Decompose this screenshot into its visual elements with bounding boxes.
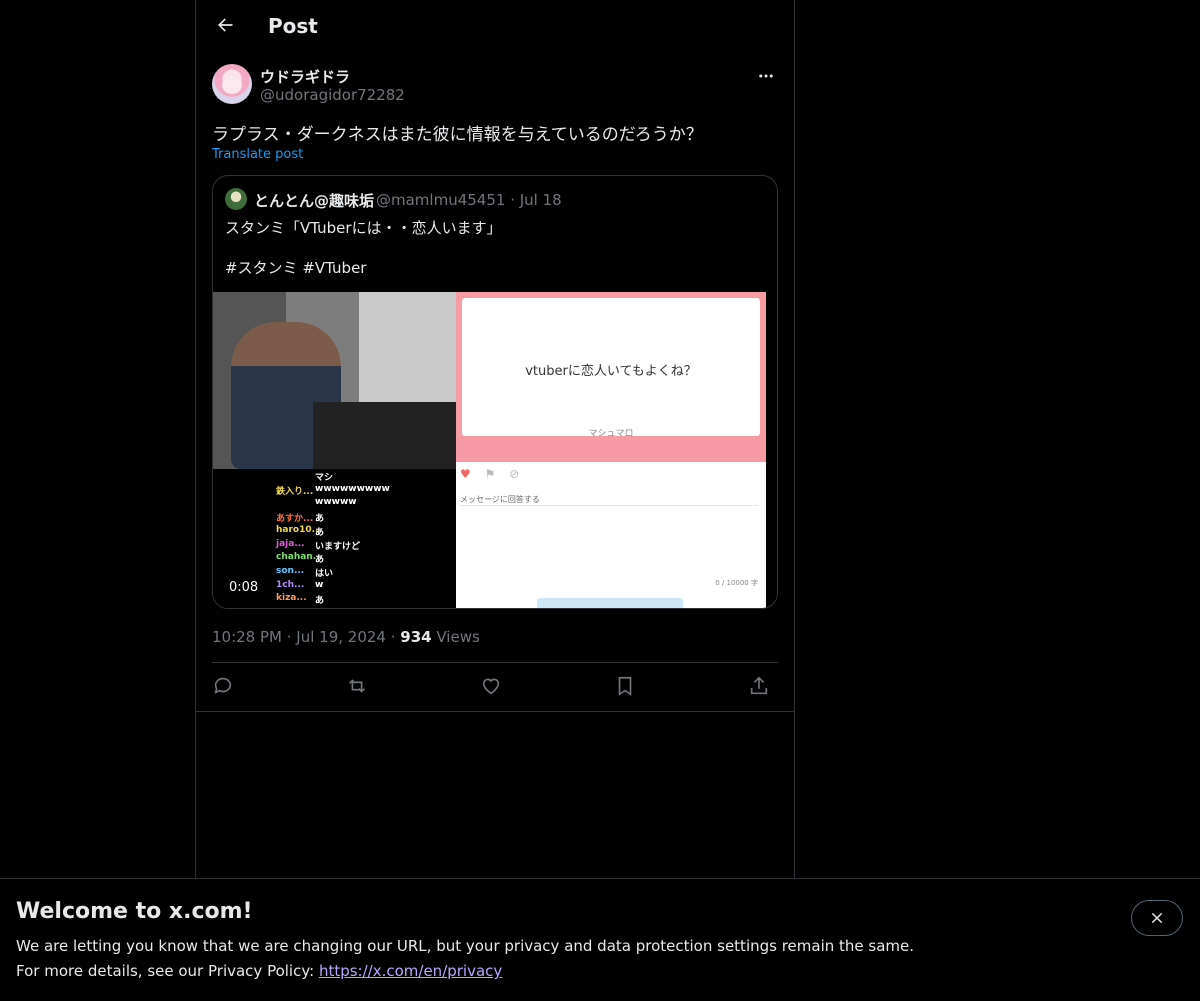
chat-message: 鉄入り... wwwwwwwww	[213, 484, 456, 497]
video-timestamp: 0:08	[229, 580, 259, 595]
desk-equipment	[313, 402, 456, 469]
marshmallow-submit	[537, 598, 683, 608]
reply-icon	[214, 677, 232, 694]
banner-title: Welcome to x.com!	[16, 899, 253, 924]
more-icon	[759, 74, 773, 78]
marshmallow-header: vtuberに恋人いてもよくね？ マシュマロ	[456, 292, 766, 462]
marshmallow-icons: ♥ ⚑ ⊘	[460, 467, 760, 485]
quoted-post[interactable]: とんとん@趣味垢 @mamlmu45451 · Jul 18 スタンミ「VTub…	[212, 175, 778, 609]
marshmallow-reply-box	[460, 505, 758, 586]
quoted-author-name: とんとん@趣味垢	[254, 192, 375, 210]
stream-frame	[213, 292, 456, 469]
chat-username: jaja...	[276, 538, 305, 549]
marshmallow-screen: vtuberに恋人いてもよくね？ マシュマロ ♥ ⚑ ⊘ メッセージに回答する …	[456, 292, 766, 608]
chat-message: wwwww	[213, 497, 456, 510]
chat-message: kiza... あ	[213, 593, 456, 606]
quoted-avatar	[225, 188, 247, 210]
chat-message: son... はい	[213, 566, 456, 579]
post-time[interactable]: 10:28 PM	[212, 628, 282, 646]
chat-text: はい	[315, 568, 334, 579]
chat-text: いますけど	[315, 541, 361, 552]
chat-message: あすか... あ	[213, 511, 456, 524]
chat-text: wwwww	[315, 497, 357, 508]
chat-username: 1ch...	[276, 579, 305, 590]
quoted-text-line1: スタンミ「VTuberには・・恋人います」	[225, 219, 502, 237]
chat-username: son...	[276, 565, 305, 576]
chat-username: 鉄入り...	[276, 486, 314, 497]
chat-message: jaja... いますけど	[213, 539, 456, 552]
bookmark-icon	[618, 676, 632, 696]
close-banner-button[interactable]	[1131, 900, 1183, 936]
welcome-banner: Welcome to x.com! We are letting you kno…	[0, 878, 1200, 1001]
chat-text: あ	[315, 555, 325, 566]
repost-button[interactable]	[346, 675, 370, 699]
quoted-date: Jul 18	[519, 191, 562, 209]
chat-username: あすか...	[276, 514, 314, 525]
like-icon	[482, 678, 500, 695]
repost-icon	[349, 679, 365, 693]
share-icon	[750, 676, 768, 695]
chat-text: w	[315, 579, 324, 590]
quoted-text-hashtags: #スタンミ #VTuber	[225, 259, 367, 277]
page-title: Post	[268, 14, 318, 38]
primary-column: Post ウドラギドラ @udoragidor72282 ラプラス・ダークネスは…	[195, 0, 795, 880]
banner-policy-text: For more details, see our Privacy Policy…	[16, 962, 319, 980]
privacy-policy-link[interactable]: https://x.com/en/privacy	[319, 962, 502, 980]
views-label: Views	[436, 628, 480, 646]
marshmallow-question: vtuberに恋人いてもよくね？	[525, 364, 697, 379]
marshmallow-reply-label: メッセージに回答する	[460, 495, 540, 504]
author-handle[interactable]: @udoragidor72282	[260, 86, 405, 104]
chat-text: あ	[315, 514, 325, 525]
divider	[196, 711, 794, 712]
quoted-author-handle: @mamlmu45451	[376, 191, 506, 209]
marshmallow-brand: マシュマロ	[588, 429, 634, 439]
flag-icon: ⚑	[484, 467, 496, 481]
arrow-left-icon	[218, 18, 233, 32]
banner-policy-line: For more details, see our Privacy Policy…	[16, 962, 502, 980]
avatar[interactable]	[212, 64, 252, 104]
chat-text: マシ	[315, 473, 334, 483]
post-author: ウドラギドラ @udoragidor72282	[212, 64, 778, 108]
post-meta: 10:28 PM · Jul 19, 2024 · 934 Views	[212, 628, 480, 646]
author-name[interactable]: ウドラギドラ	[260, 66, 350, 87]
back-button[interactable]	[208, 8, 242, 42]
chat-username: kiza...	[276, 593, 307, 604]
page-header: Post	[196, 0, 794, 53]
marshmallow-card: vtuberに恋人いてもよくね？ マシュマロ	[462, 298, 760, 439]
quoted-author-meta: @mamlmu45451 · Jul 18	[376, 191, 562, 209]
close-icon	[1151, 912, 1163, 924]
chat-text: あ	[315, 527, 325, 538]
heart-icon: ♥	[460, 467, 471, 481]
chat-message: マシ	[213, 470, 456, 483]
bookmark-button[interactable]	[614, 675, 638, 699]
more-options-button[interactable]	[754, 64, 778, 88]
marshmallow-char-count: 0 / 10000 字	[715, 579, 758, 587]
views-count: 934	[400, 628, 432, 646]
chat-message: chahan... あ	[213, 552, 456, 565]
post-date[interactable]: Jul 19, 2024	[296, 628, 386, 646]
post-text: ラプラス・ダークネスはまた彼に情報を与えているのだろうか？	[212, 125, 703, 145]
reply-button[interactable]	[212, 675, 236, 699]
share-button[interactable]	[748, 675, 772, 699]
action-bar	[212, 663, 778, 711]
translate-post-link[interactable]: Translate post	[212, 147, 303, 162]
chat-text: wwwwwwwww	[315, 483, 390, 494]
chat-message: haro10... あ	[213, 525, 456, 538]
chat-text: あ	[315, 596, 325, 607]
like-button[interactable]	[480, 675, 504, 699]
block-icon: ⊘	[509, 467, 520, 481]
video-player[interactable]: マシ 鉄入り... wwwwwwwww wwwww あすか... あ haro10... あ j…	[213, 292, 766, 608]
banner-message: We are letting you know that we are chan…	[16, 937, 915, 955]
